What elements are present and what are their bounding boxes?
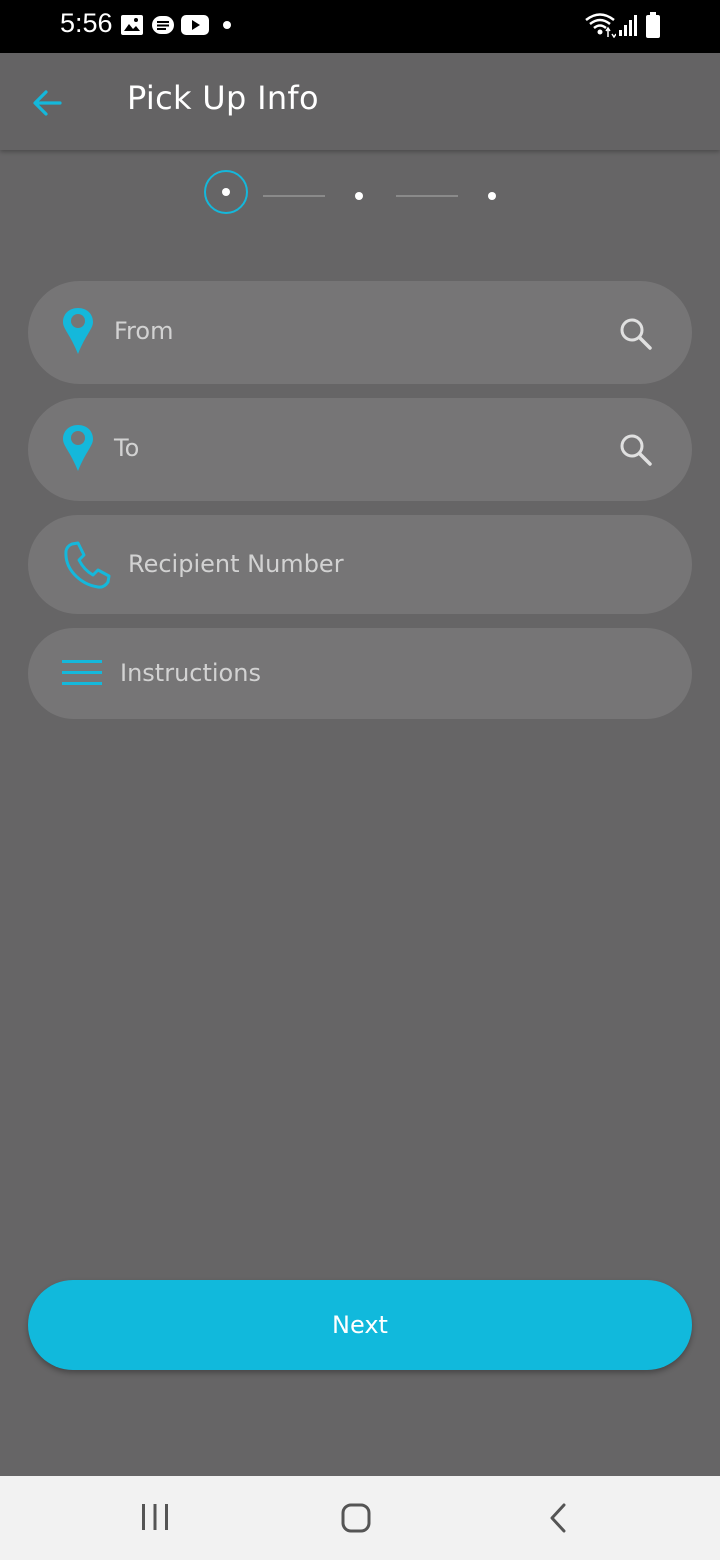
app-header: Pick Up Info — [0, 53, 720, 150]
system-nav-bar — [0, 1476, 720, 1560]
message-icon — [152, 16, 174, 34]
from-placeholder: From — [114, 317, 174, 345]
from-field[interactable]: From — [28, 281, 692, 384]
image-icon — [121, 15, 143, 35]
recipient-number-field[interactable]: Recipient Number — [28, 515, 692, 614]
page-title: Pick Up Info — [127, 79, 319, 117]
step-connector-2 — [396, 195, 458, 197]
arrow-left-icon — [33, 90, 62, 116]
recipient-number-placeholder: Recipient Number — [128, 550, 344, 578]
instructions-field[interactable]: Instructions — [28, 628, 692, 719]
to-placeholder: To — [114, 434, 140, 462]
status-time: 5:56 — [60, 8, 113, 38]
to-field[interactable]: To — [28, 398, 692, 501]
battery-icon — [646, 12, 660, 38]
signal-icon — [619, 15, 637, 36]
step-3-dot — [488, 192, 496, 200]
wifi-icon — [585, 13, 616, 38]
search-icon[interactable] — [618, 316, 654, 352]
location-pin-icon — [63, 308, 93, 354]
next-button[interactable]: Next — [28, 1280, 692, 1370]
recent-apps-icon[interactable] — [138, 1502, 172, 1532]
dot-icon — [223, 21, 231, 29]
back-button[interactable] — [28, 83, 68, 123]
phone-icon — [64, 541, 111, 589]
search-icon[interactable] — [618, 432, 654, 468]
step-1-dot — [222, 188, 230, 196]
home-icon[interactable] — [340, 1502, 372, 1534]
step-connector-1 — [263, 195, 325, 197]
next-button-label: Next — [332, 1311, 388, 1339]
location-pin-icon — [63, 425, 93, 471]
step-2-dot — [355, 192, 363, 200]
menu-lines-icon — [62, 660, 102, 685]
back-icon[interactable] — [546, 1502, 570, 1534]
youtube-icon — [181, 15, 209, 35]
progress-stepper — [0, 165, 720, 225]
status-bar: 5:56 — [0, 0, 720, 53]
instructions-placeholder: Instructions — [120, 659, 261, 687]
